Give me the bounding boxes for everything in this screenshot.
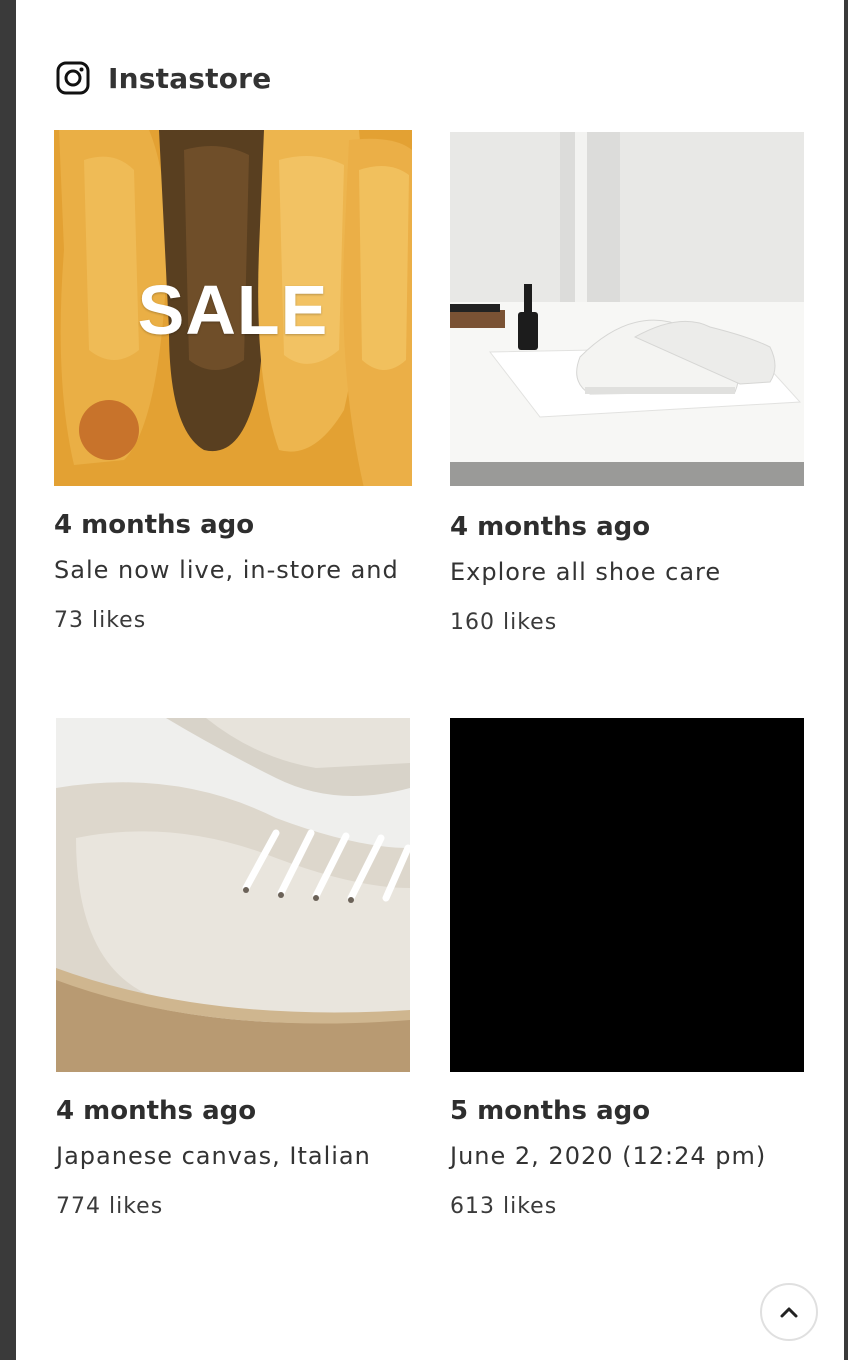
post-likes: 613 likes xyxy=(450,1194,558,1219)
post-caption: June 2, 2020 (12:24 pm) xyxy=(450,1142,767,1170)
post-image-sale[interactable]: SALE xyxy=(54,130,412,486)
post-image-canvas-sneaker[interactable] xyxy=(56,718,410,1072)
instagram-post-card[interactable]: 4 months ago Explore all shoe care 160 l… xyxy=(450,132,804,635)
post-likes: 160 likes xyxy=(450,610,558,635)
instastore-header: Instastore xyxy=(56,58,271,98)
page-frame: Instastore SALE 4 months ago Sale now li… xyxy=(16,0,844,1360)
post-time: 4 months ago xyxy=(54,510,255,540)
instagram-post-card[interactable]: 4 months ago Japanese canvas, Italian 77… xyxy=(56,718,410,1219)
post-caption: Japanese canvas, Italian xyxy=(56,1142,371,1170)
scroll-to-top-button[interactable] xyxy=(760,1283,818,1341)
post-time: 5 months ago xyxy=(450,1096,651,1126)
post-image-black[interactable] xyxy=(450,718,804,1072)
instagram-post-card[interactable]: SALE 4 months ago Sale now live, in-stor… xyxy=(54,130,412,633)
post-caption: Sale now live, in-store and xyxy=(54,556,399,584)
post-time: 4 months ago xyxy=(450,512,651,542)
post-likes: 73 likes xyxy=(54,608,147,633)
sale-overlay-text: SALE xyxy=(137,271,329,349)
post-image-shoe-care[interactable] xyxy=(450,132,804,486)
post-likes: 774 likes xyxy=(56,1194,164,1219)
chevron-up-icon xyxy=(780,1307,798,1318)
instagram-icon[interactable] xyxy=(56,61,90,95)
post-caption: Explore all shoe care xyxy=(450,558,722,586)
section-title: Instastore xyxy=(108,61,272,95)
post-time: 4 months ago xyxy=(56,1096,257,1126)
instagram-post-card[interactable]: 5 months ago June 2, 2020 (12:24 pm) 613… xyxy=(450,718,804,1219)
